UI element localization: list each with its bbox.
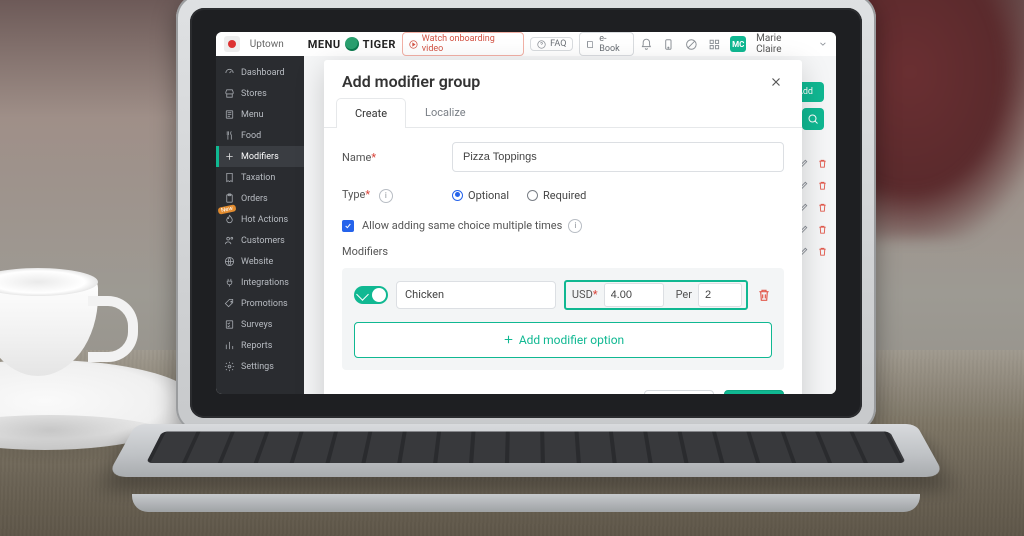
modifier-toggle[interactable] xyxy=(354,286,388,304)
fire-icon xyxy=(224,214,235,225)
price-input[interactable] xyxy=(604,283,664,307)
search-icon xyxy=(807,113,819,125)
chart-icon xyxy=(224,340,235,351)
trash-icon[interactable] xyxy=(817,246,828,257)
globe-icon xyxy=(224,256,235,267)
radio-required[interactable]: Required xyxy=(527,189,586,202)
modifiers-area: Chicken USD* Per xyxy=(342,268,784,370)
currency-label: USD* xyxy=(566,288,604,301)
sidebar-item-reports[interactable]: Reports xyxy=(216,335,304,356)
type-label: Type* i xyxy=(342,188,452,203)
watch-video-link[interactable]: Watch onboarding video xyxy=(402,32,524,56)
modifier-row: Chicken USD* Per xyxy=(354,280,772,310)
question-icon xyxy=(537,40,546,49)
radio-dot-icon xyxy=(452,190,463,201)
users-icon xyxy=(224,235,235,246)
radio-optional[interactable]: Optional xyxy=(452,189,509,202)
laptop-edge xyxy=(132,494,920,512)
sidebar-item-customers[interactable]: Customers xyxy=(216,230,304,251)
check-icon xyxy=(344,222,352,230)
trash-icon[interactable] xyxy=(817,202,828,213)
per-label: Per xyxy=(668,288,698,301)
gauge-icon xyxy=(224,67,235,78)
sidebar-item-stores[interactable]: Stores xyxy=(216,83,304,104)
book-icon xyxy=(586,40,595,49)
info-icon[interactable]: i xyxy=(568,219,582,233)
sidebar: Dashboard Stores Menu Food Modifiers Tax… xyxy=(216,56,304,394)
sidebar-item-menu[interactable]: Menu xyxy=(216,104,304,125)
sidebar-item-hotactions[interactable]: NewHot Actions xyxy=(216,209,304,230)
workspace-logo xyxy=(224,36,240,52)
play-icon xyxy=(409,40,418,49)
plug-icon xyxy=(224,277,235,288)
laptop-keyboard xyxy=(107,424,946,477)
name-label: Name* xyxy=(342,151,452,164)
close-button[interactable] xyxy=(768,74,784,90)
sidebar-item-integrations[interactable]: Integrations xyxy=(216,272,304,293)
sidebar-item-modifiers[interactable]: Modifiers xyxy=(216,146,304,167)
app-window: Uptown MENU TIGER Watch onboarding video xyxy=(216,32,836,394)
checklist-icon xyxy=(224,319,235,330)
gear-icon xyxy=(224,361,235,372)
faq-link[interactable]: FAQ xyxy=(530,37,573,51)
brand: MENU TIGER xyxy=(308,37,396,51)
add-modifier-option-button[interactable]: Add modifier option xyxy=(354,322,772,358)
radio-dot-icon xyxy=(527,190,538,201)
name-input[interactable] xyxy=(452,142,784,172)
topbar: Uptown MENU TIGER Watch onboarding video xyxy=(216,32,836,57)
plus-icon xyxy=(224,151,235,162)
trash-icon xyxy=(756,287,772,303)
tab-localize[interactable]: Localize xyxy=(406,97,485,127)
mobile-icon[interactable] xyxy=(662,38,675,51)
clipboard-icon xyxy=(224,193,235,204)
food-icon xyxy=(224,130,235,141)
user-name[interactable]: Marie Claire xyxy=(756,33,808,55)
modifier-name-input[interactable]: Chicken xyxy=(396,281,556,309)
info-icon[interactable]: i xyxy=(379,189,393,203)
ebook-link[interactable]: e-Book xyxy=(579,32,633,56)
sidebar-item-promotions[interactable]: Promotions xyxy=(216,293,304,314)
sidebar-item-settings[interactable]: Settings xyxy=(216,356,304,377)
modal-tabs: Create Localize xyxy=(324,97,802,128)
tag-icon xyxy=(224,298,235,309)
modifiers-label: Modifiers xyxy=(342,245,784,258)
grid-icon[interactable] xyxy=(708,38,721,51)
avatar[interactable]: MC xyxy=(730,36,746,52)
sidebar-item-website[interactable]: Website xyxy=(216,251,304,272)
search-button[interactable] xyxy=(802,108,824,130)
sidebar-item-surveys[interactable]: Surveys xyxy=(216,314,304,335)
close-icon xyxy=(769,75,783,89)
add-modifier-group-modal: Add modifier group Create Localize xyxy=(324,60,802,394)
laptop: Uptown MENU TIGER Watch onboarding video xyxy=(176,0,876,534)
coffee-cup xyxy=(0,268,120,388)
cancel-button[interactable]: Cancel xyxy=(644,390,715,395)
bell-icon[interactable] xyxy=(640,38,653,51)
tab-create[interactable]: Create xyxy=(336,98,406,128)
price-highlight: USD* Per xyxy=(564,280,748,310)
save-button[interactable]: Save xyxy=(724,390,784,395)
store-icon xyxy=(224,88,235,99)
workspace-name: Uptown xyxy=(250,39,284,50)
sidebar-item-dashboard[interactable]: Dashboard xyxy=(216,62,304,83)
sidebar-item-food[interactable]: Food xyxy=(216,125,304,146)
chevron-down-icon[interactable] xyxy=(818,39,828,49)
allow-multi-checkbox[interactable] xyxy=(342,220,354,232)
delete-modifier-button[interactable] xyxy=(756,287,772,303)
allow-multi-label: Allow adding same choice multiple times xyxy=(362,219,562,232)
plus-icon xyxy=(502,333,515,346)
trash-icon[interactable] xyxy=(817,224,828,235)
menu-icon xyxy=(224,109,235,120)
tiger-icon xyxy=(345,37,359,51)
receipt-icon xyxy=(224,172,235,183)
qty-input[interactable] xyxy=(698,283,742,307)
sidebar-item-taxation[interactable]: Taxation xyxy=(216,167,304,188)
trash-icon[interactable] xyxy=(817,158,828,169)
modal-title: Add modifier group xyxy=(342,72,480,91)
block-icon[interactable] xyxy=(685,38,698,51)
trash-icon[interactable] xyxy=(817,180,828,191)
